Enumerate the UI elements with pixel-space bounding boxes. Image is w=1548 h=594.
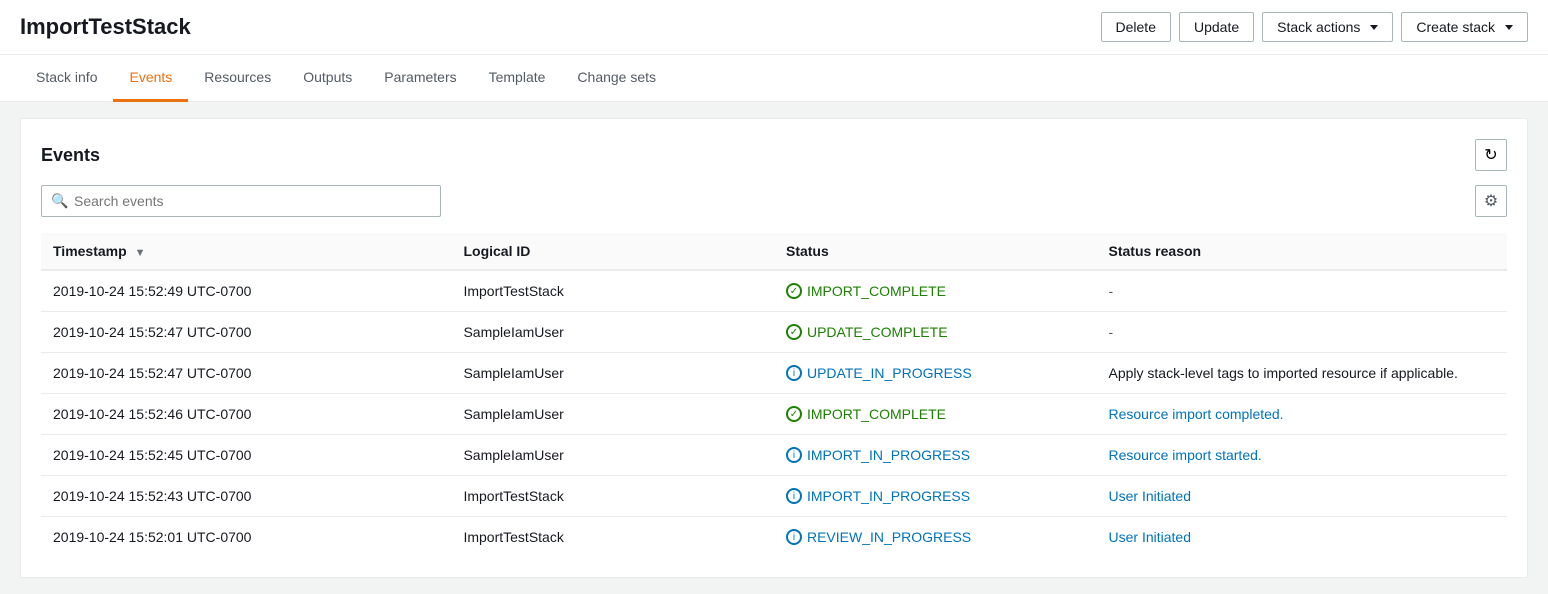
search-input[interactable]: [41, 185, 441, 217]
check-circle-icon: ✓: [786, 283, 802, 299]
status-text: IMPORT_IN_PROGRESS: [807, 447, 970, 463]
cell-timestamp: 2019-10-24 15:52:43 UTC-0700: [41, 476, 451, 517]
tab-change-sets[interactable]: Change sets: [561, 55, 672, 102]
status-text: UPDATE_IN_PROGRESS: [807, 365, 972, 381]
cell-status-reason: Apply stack-level tags to imported resou…: [1097, 353, 1508, 394]
col-header-logical-id: Logical ID: [451, 233, 774, 270]
refresh-button[interactable]: ↻: [1475, 139, 1507, 171]
status-text: IMPORT_COMPLETE: [807, 283, 946, 299]
cell-logical-id: ImportTestStack: [451, 476, 774, 517]
cell-timestamp: 2019-10-24 15:52:47 UTC-0700: [41, 353, 451, 394]
col-header-status-reason: Status reason: [1097, 233, 1508, 270]
tab-template[interactable]: Template: [473, 55, 562, 102]
page-title: ImportTestStack: [20, 14, 191, 40]
status-text: IMPORT_COMPLETE: [807, 406, 946, 422]
table-row: 2019-10-24 15:52:47 UTC-0700SampleIamUse…: [41, 353, 1507, 394]
cell-timestamp: 2019-10-24 15:52:49 UTC-0700: [41, 270, 451, 312]
search-row: 🔍 ⚙: [41, 185, 1507, 217]
tab-events[interactable]: Events: [113, 55, 188, 102]
cell-status: i UPDATE_IN_PROGRESS: [774, 353, 1097, 394]
cell-logical-id: SampleIamUser: [451, 312, 774, 353]
table-row: 2019-10-24 15:52:45 UTC-0700SampleIamUse…: [41, 435, 1507, 476]
table-row: 2019-10-24 15:52:43 UTC-0700ImportTestSt…: [41, 476, 1507, 517]
progress-circle-icon: i: [786, 365, 802, 381]
cell-logical-id: SampleIamUser: [451, 353, 774, 394]
cell-logical-id: ImportTestStack: [451, 270, 774, 312]
cell-status-reason: User Initiated: [1097, 517, 1508, 558]
cell-logical-id: SampleIamUser: [451, 435, 774, 476]
panel-title: Events: [41, 145, 100, 166]
cell-logical-id: SampleIamUser: [451, 394, 774, 435]
cell-status-reason: User Initiated: [1097, 476, 1508, 517]
events-panel: Events ↻ 🔍 ⚙ Timestamp ▼ Logical ID: [20, 118, 1528, 578]
stack-actions-button[interactable]: Stack actions: [1262, 12, 1393, 42]
chevron-down-icon: [1370, 25, 1378, 30]
tab-outputs[interactable]: Outputs: [287, 55, 368, 102]
status-text: REVIEW_IN_PROGRESS: [807, 529, 971, 545]
search-wrapper: 🔍: [41, 185, 441, 217]
table-row: 2019-10-24 15:52:47 UTC-0700SampleIamUse…: [41, 312, 1507, 353]
search-icon: 🔍: [51, 193, 68, 210]
cell-status: i IMPORT_IN_PROGRESS: [774, 476, 1097, 517]
status-text: IMPORT_IN_PROGRESS: [807, 488, 970, 504]
main-content: Events ↻ 🔍 ⚙ Timestamp ▼ Logical ID: [0, 102, 1548, 594]
cell-status-reason: -: [1097, 270, 1508, 312]
cell-timestamp: 2019-10-24 15:52:46 UTC-0700: [41, 394, 451, 435]
progress-circle-icon: i: [786, 529, 802, 545]
delete-button[interactable]: Delete: [1101, 12, 1171, 42]
table-row: 2019-10-24 15:52:49 UTC-0700ImportTestSt…: [41, 270, 1507, 312]
cell-status: i IMPORT_IN_PROGRESS: [774, 435, 1097, 476]
cell-status-reason: Resource import completed.: [1097, 394, 1508, 435]
cell-status: ✓ IMPORT_COMPLETE: [774, 394, 1097, 435]
check-circle-icon: ✓: [786, 324, 802, 340]
cell-timestamp: 2019-10-24 15:52:01 UTC-0700: [41, 517, 451, 558]
panel-header: Events ↻: [41, 139, 1507, 171]
cell-logical-id: ImportTestStack: [451, 517, 774, 558]
check-circle-icon: ✓: [786, 406, 802, 422]
cell-timestamp: 2019-10-24 15:52:47 UTC-0700: [41, 312, 451, 353]
cell-status: i REVIEW_IN_PROGRESS: [774, 517, 1097, 558]
tab-stack-info[interactable]: Stack info: [20, 55, 113, 102]
tab-resources[interactable]: Resources: [188, 55, 287, 102]
status-text: UPDATE_COMPLETE: [807, 324, 948, 340]
tab-parameters[interactable]: Parameters: [368, 55, 472, 102]
col-header-timestamp[interactable]: Timestamp ▼: [41, 233, 451, 270]
progress-circle-icon: i: [786, 488, 802, 504]
sort-icon: ▼: [135, 247, 146, 259]
table-row: 2019-10-24 15:52:46 UTC-0700SampleIamUse…: [41, 394, 1507, 435]
cell-status-reason: -: [1097, 312, 1508, 353]
settings-button[interactable]: ⚙: [1475, 185, 1507, 217]
cell-status: ✓ IMPORT_COMPLETE: [774, 270, 1097, 312]
create-stack-button[interactable]: Create stack: [1401, 12, 1528, 42]
page-header: ImportTestStack Delete Update Stack acti…: [0, 0, 1548, 55]
cell-timestamp: 2019-10-24 15:52:45 UTC-0700: [41, 435, 451, 476]
chevron-down-icon: [1505, 25, 1513, 30]
table-row: 2019-10-24 15:52:01 UTC-0700ImportTestSt…: [41, 517, 1507, 558]
cell-status-reason: Resource import started.: [1097, 435, 1508, 476]
update-button[interactable]: Update: [1179, 12, 1254, 42]
cell-status: ✓ UPDATE_COMPLETE: [774, 312, 1097, 353]
header-actions: Delete Update Stack actions Create stack: [1101, 12, 1528, 42]
events-table: Timestamp ▼ Logical ID Status Status rea…: [41, 233, 1507, 557]
col-header-status: Status: [774, 233, 1097, 270]
tabs-bar: Stack info Events Resources Outputs Para…: [0, 55, 1548, 102]
progress-circle-icon: i: [786, 447, 802, 463]
